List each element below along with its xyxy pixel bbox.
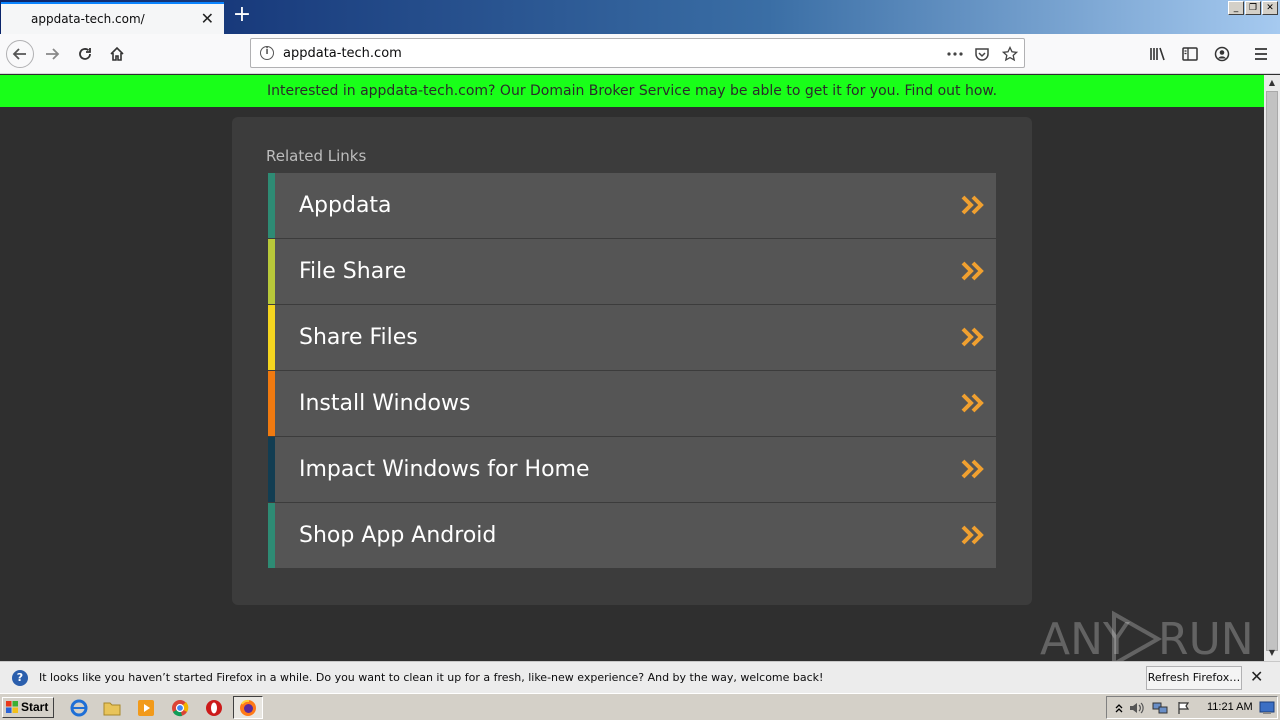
forward-arrow-icon [46, 48, 60, 60]
forward-button[interactable] [38, 40, 66, 68]
related-links-list: Appdata File Share Share Files Install Wind… [268, 173, 996, 569]
related-links-panel: Related Links Appdata File Share Share Fil… [232, 117, 1032, 605]
related-link-label[interactable]: Share Files [299, 305, 418, 371]
page-scrollbar[interactable]: ▲ ▼ [1264, 75, 1280, 661]
url-text[interactable]: appdata-tech.com [283, 46, 402, 61]
firefox-icon [240, 699, 256, 716]
browser-tab[interactable]: appdata-tech.com/ ✕ [1, 2, 224, 34]
taskbar: Start 11:21 AM [0, 693, 1280, 720]
reload-icon [79, 48, 91, 60]
bookmark-star-icon[interactable] [1000, 45, 1020, 63]
link-accent-bar [268, 371, 275, 436]
volume-icon[interactable] [1129, 700, 1145, 716]
account-icon[interactable] [1208, 40, 1236, 68]
chrome-icon[interactable] [170, 698, 190, 718]
scrollbar-thumb[interactable] [1266, 91, 1278, 651]
related-link-item[interactable]: Appdata [268, 173, 996, 239]
related-link-item[interactable]: File Share [268, 239, 996, 305]
library-icon[interactable] [1144, 40, 1172, 68]
window-controls: _ ❐ ✕ [1228, 1, 1278, 15]
new-tab-button[interactable]: + [230, 4, 254, 28]
related-link-label[interactable]: File Share [299, 239, 406, 305]
minimize-button[interactable]: _ [1228, 1, 1244, 15]
related-link-label[interactable]: Appdata [299, 173, 392, 239]
help-icon: ? [12, 670, 28, 686]
related-link-item[interactable]: Install Windows [268, 371, 996, 437]
back-arrow-icon [12, 48, 26, 60]
related-link-label[interactable]: Shop App Android [299, 503, 496, 569]
show-desktop-icon[interactable] [1259, 700, 1275, 716]
system-tray: 11:21 AM [1106, 696, 1278, 719]
page-actions-icon[interactable] [945, 45, 965, 63]
related-link-item[interactable]: Shop App Android [268, 503, 996, 569]
scroll-down-icon[interactable]: ▼ [1264, 645, 1280, 661]
double-chevron-right-icon [961, 195, 984, 215]
title-bar: appdata-tech.com/ ✕ + _ ❐ ✕ [0, 0, 1280, 34]
menu-icon[interactable] [1247, 40, 1275, 68]
link-accent-bar [268, 173, 275, 238]
reload-button[interactable] [71, 40, 99, 68]
tray-expand-icon[interactable] [1111, 700, 1127, 716]
double-chevron-right-icon [961, 327, 984, 347]
restore-button[interactable]: ❐ [1245, 1, 1261, 15]
tab-close-icon[interactable]: ✕ [201, 10, 214, 28]
related-link-item[interactable]: Impact Windows for Home [268, 437, 996, 503]
scroll-up-icon[interactable]: ▲ [1264, 75, 1280, 91]
domain-broker-banner[interactable]: Interested in appdata-tech.com? Our Doma… [0, 75, 1264, 107]
action-center-flag-icon[interactable] [1176, 700, 1192, 716]
back-button[interactable] [6, 40, 34, 68]
tab-title: appdata-tech.com/ [31, 12, 145, 26]
related-link-item[interactable]: Share Files [268, 305, 996, 371]
double-chevron-right-icon [961, 393, 984, 413]
link-accent-bar [268, 437, 275, 502]
firefox-task-button[interactable] [233, 696, 263, 719]
double-chevron-right-icon [961, 525, 984, 545]
notification-close-icon[interactable]: ✕ [1250, 668, 1263, 686]
media-player-icon[interactable] [136, 698, 156, 718]
start-button[interactable]: Start [2, 697, 54, 718]
watermark-text-right: RUN [1158, 614, 1254, 665]
sidebar-icon[interactable] [1176, 40, 1204, 68]
play-logo-icon [1112, 610, 1163, 668]
internet-explorer-icon[interactable] [69, 698, 89, 718]
link-accent-bar [268, 239, 275, 304]
section-title: Related Links [266, 147, 367, 165]
windows-logo-icon [6, 701, 18, 713]
home-icon [110, 46, 124, 61]
opera-icon[interactable] [204, 698, 224, 718]
site-info-icon[interactable]: i [260, 46, 274, 60]
double-chevron-right-icon [961, 459, 984, 479]
network-icon[interactable] [1152, 700, 1168, 716]
link-accent-bar [268, 305, 275, 370]
notification-bar: ? It looks like you haven’t started Fire… [0, 661, 1280, 693]
related-link-label[interactable]: Install Windows [299, 371, 470, 437]
address-bar[interactable]: i appdata-tech.com [250, 38, 1025, 68]
navigation-toolbar: i appdata-tech.com [0, 34, 1280, 74]
double-chevron-right-icon [961, 261, 984, 281]
file-explorer-icon[interactable] [102, 698, 122, 718]
home-button[interactable] [103, 40, 131, 68]
related-link-label[interactable]: Impact Windows for Home [299, 437, 590, 503]
link-accent-bar [268, 503, 275, 568]
notification-text: It looks like you haven’t started Firefo… [39, 671, 824, 684]
refresh-firefox-button[interactable]: Refresh Firefox… [1146, 666, 1242, 690]
close-window-button[interactable]: ✕ [1262, 1, 1278, 15]
start-label: Start [21, 700, 49, 714]
pocket-icon[interactable] [972, 45, 992, 63]
anyrun-watermark: ANY RUN [1040, 608, 1254, 668]
clock[interactable]: 11:21 AM [1207, 701, 1253, 713]
